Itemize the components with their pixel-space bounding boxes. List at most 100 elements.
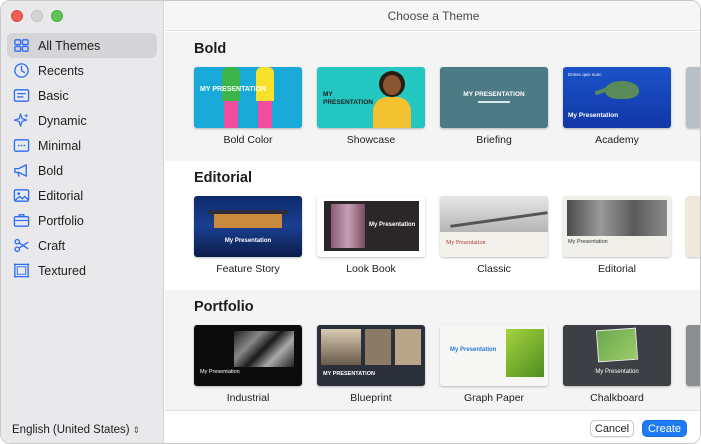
theme-chooser-window: All Themes Recents Basic Dynamic Minimal…: [0, 0, 701, 444]
sparkles-icon: [12, 112, 30, 130]
sidebar-item-label: Editorial: [38, 188, 84, 203]
theme-thumbnail[interactable]: Donec quis nunc My Presentation: [563, 67, 671, 128]
sidebar-item-minimal[interactable]: Minimal: [7, 133, 157, 158]
theme-name: Briefing: [476, 134, 512, 146]
theme-thumbnail[interactable]: MY PRESENTATION: [440, 67, 548, 128]
theme-name: Academy: [595, 134, 639, 146]
theme-name: Editorial: [598, 263, 636, 275]
zoom-window-button[interactable]: [51, 10, 63, 22]
thumb-title: MY PRESENTATION: [323, 371, 375, 377]
section-portfolio: Portfolio My Presentation Industrial MY …: [165, 290, 700, 410]
sidebar: All Themes Recents Basic Dynamic Minimal…: [1, 1, 164, 443]
sidebar-item-bold[interactable]: Bold: [7, 158, 157, 183]
thumb-subtitle: Donec quis nunc: [568, 72, 602, 77]
theme-name: Look Book: [346, 263, 396, 275]
sidebar-item-label: Textured: [38, 263, 86, 278]
main-panel: Choose a Theme Bold MY PRESENTATION Bold…: [165, 1, 700, 443]
thumb-title: My Presentation: [200, 369, 240, 375]
close-window-button[interactable]: [11, 10, 23, 22]
sidebar-item-label: Portfolio: [38, 213, 84, 228]
sidebar-item-label: Recents: [38, 63, 84, 78]
language-selector[interactable]: English (United States) ⇕: [12, 424, 140, 436]
megaphone-icon: [12, 162, 30, 180]
theme-thumbnail[interactable]: My Presentation: [563, 196, 671, 257]
theme-thumbnail[interactable]: MY PRESENTATION: [317, 67, 425, 128]
theme-card-bold-color[interactable]: MY PRESENTATION Bold Color: [194, 67, 302, 146]
sidebar-item-basic[interactable]: Basic: [7, 83, 157, 108]
theme-card-industrial[interactable]: My Presentation Industrial: [194, 325, 302, 404]
theme-thumbnail[interactable]: My Presentation: [440, 325, 548, 386]
minimize-window-button[interactable]: [31, 10, 43, 22]
theme-card-classic[interactable]: My Presentation Classic: [440, 196, 548, 275]
thumb-title: My Presentation: [224, 238, 272, 244]
theme-name: Industrial: [226, 392, 270, 404]
thumb-title: My Presentation: [446, 240, 486, 246]
theme-card-briefing[interactable]: MY PRESENTATION Briefing: [440, 67, 548, 146]
theme-card-editorial[interactable]: My Presentation Editorial: [563, 196, 671, 275]
theme-thumbnail-partial[interactable]: [686, 67, 700, 128]
sidebar-item-portfolio[interactable]: Portfolio: [7, 208, 157, 233]
theme-name: Showcase: [346, 134, 396, 146]
theme-card-blueprint[interactable]: MY PRESENTATION Blueprint: [317, 325, 425, 404]
theme-thumbnail[interactable]: MY PRESENTATION: [317, 325, 425, 386]
theme-row: My Presentation Feature Story My Present…: [194, 196, 700, 275]
section-bold: Bold MY PRESENTATION Bold Color MY PRESE…: [165, 32, 700, 161]
theme-thumbnail-partial[interactable]: [686, 196, 700, 257]
theme-name: Classic: [477, 263, 511, 275]
window-title: Choose a Theme: [165, 1, 700, 31]
basic-slide-icon: [12, 87, 30, 105]
sidebar-item-recents[interactable]: Recents: [7, 58, 157, 83]
sidebar-item-craft[interactable]: Craft: [7, 233, 157, 258]
thumb-title: My Presentation: [450, 347, 497, 353]
theme-card-graph-paper[interactable]: My Presentation Graph Paper: [440, 325, 548, 404]
dialog-footer: Cancel Create: [165, 410, 700, 443]
theme-gallery[interactable]: Bold MY PRESENTATION Bold Color MY PRESE…: [165, 32, 700, 410]
scissors-icon: [12, 237, 30, 255]
thumb-title: MY PRESENTATION: [200, 86, 267, 93]
section-title: Bold: [194, 41, 227, 57]
sidebar-item-label: Craft: [38, 238, 66, 253]
theme-thumbnail[interactable]: My Presentation: [440, 196, 548, 257]
thumb-title: My Presentation: [595, 369, 639, 375]
theme-card-look-book[interactable]: My Presentation Look Book: [317, 196, 425, 275]
theme-name: Bold Color: [223, 134, 273, 146]
theme-name: Graph Paper: [463, 392, 525, 404]
sidebar-item-all-themes[interactable]: All Themes: [7, 33, 157, 58]
photo-icon: [12, 187, 30, 205]
section-title: Portfolio: [194, 299, 254, 315]
theme-card-showcase[interactable]: MY PRESENTATION Showcase: [317, 67, 425, 146]
theme-thumbnail[interactable]: MY PRESENTATION: [194, 67, 302, 128]
sidebar-item-label: Minimal: [38, 138, 82, 153]
theme-name: Blueprint: [350, 392, 392, 404]
cancel-button[interactable]: Cancel: [590, 420, 634, 437]
theme-thumbnail[interactable]: My Presentation: [317, 196, 425, 257]
theme-row: MY PRESENTATION Bold Color MY PRESENTATI…: [194, 67, 700, 146]
theme-thumbnail-partial[interactable]: [686, 325, 700, 386]
create-button[interactable]: Create: [642, 420, 687, 437]
section-title: Editorial: [194, 170, 253, 186]
thumb-title: MY PRESENTATION: [323, 91, 373, 106]
thumb-title: My Presentation: [369, 222, 416, 228]
theme-name: Chalkboard: [590, 392, 644, 404]
theme-thumbnail[interactable]: My Presentation: [194, 196, 302, 257]
window-controls: [11, 10, 63, 22]
thumb-title: My Presentation: [568, 239, 608, 245]
theme-thumbnail[interactable]: My Presentation: [194, 325, 302, 386]
sidebar-item-label: All Themes: [38, 38, 101, 53]
theme-card-academy[interactable]: Donec quis nunc My Presentation Academy: [563, 67, 671, 146]
thumb-title: MY PRESENTATION: [463, 91, 525, 98]
sidebar-item-editorial[interactable]: Editorial: [7, 183, 157, 208]
theme-card-chalkboard[interactable]: My Presentation Chalkboard: [563, 325, 671, 404]
sidebar-item-label: Dynamic: [38, 113, 87, 128]
sidebar-item-textured[interactable]: Textured: [7, 258, 157, 283]
theme-thumbnail[interactable]: My Presentation: [563, 325, 671, 386]
briefcase-icon: [12, 212, 30, 230]
sidebar-item-dynamic[interactable]: Dynamic: [7, 108, 157, 133]
sidebar-item-label: Basic: [38, 88, 69, 103]
theme-row: My Presentation Industrial MY PRESENTATI…: [194, 325, 700, 404]
theme-card-feature-story[interactable]: My Presentation Feature Story: [194, 196, 302, 275]
clock-icon: [12, 62, 30, 80]
textured-frame-icon: [12, 262, 30, 280]
up-down-chevron-icon: ⇕: [132, 424, 141, 435]
theme-category-list: All Themes Recents Basic Dynamic Minimal…: [7, 33, 157, 283]
